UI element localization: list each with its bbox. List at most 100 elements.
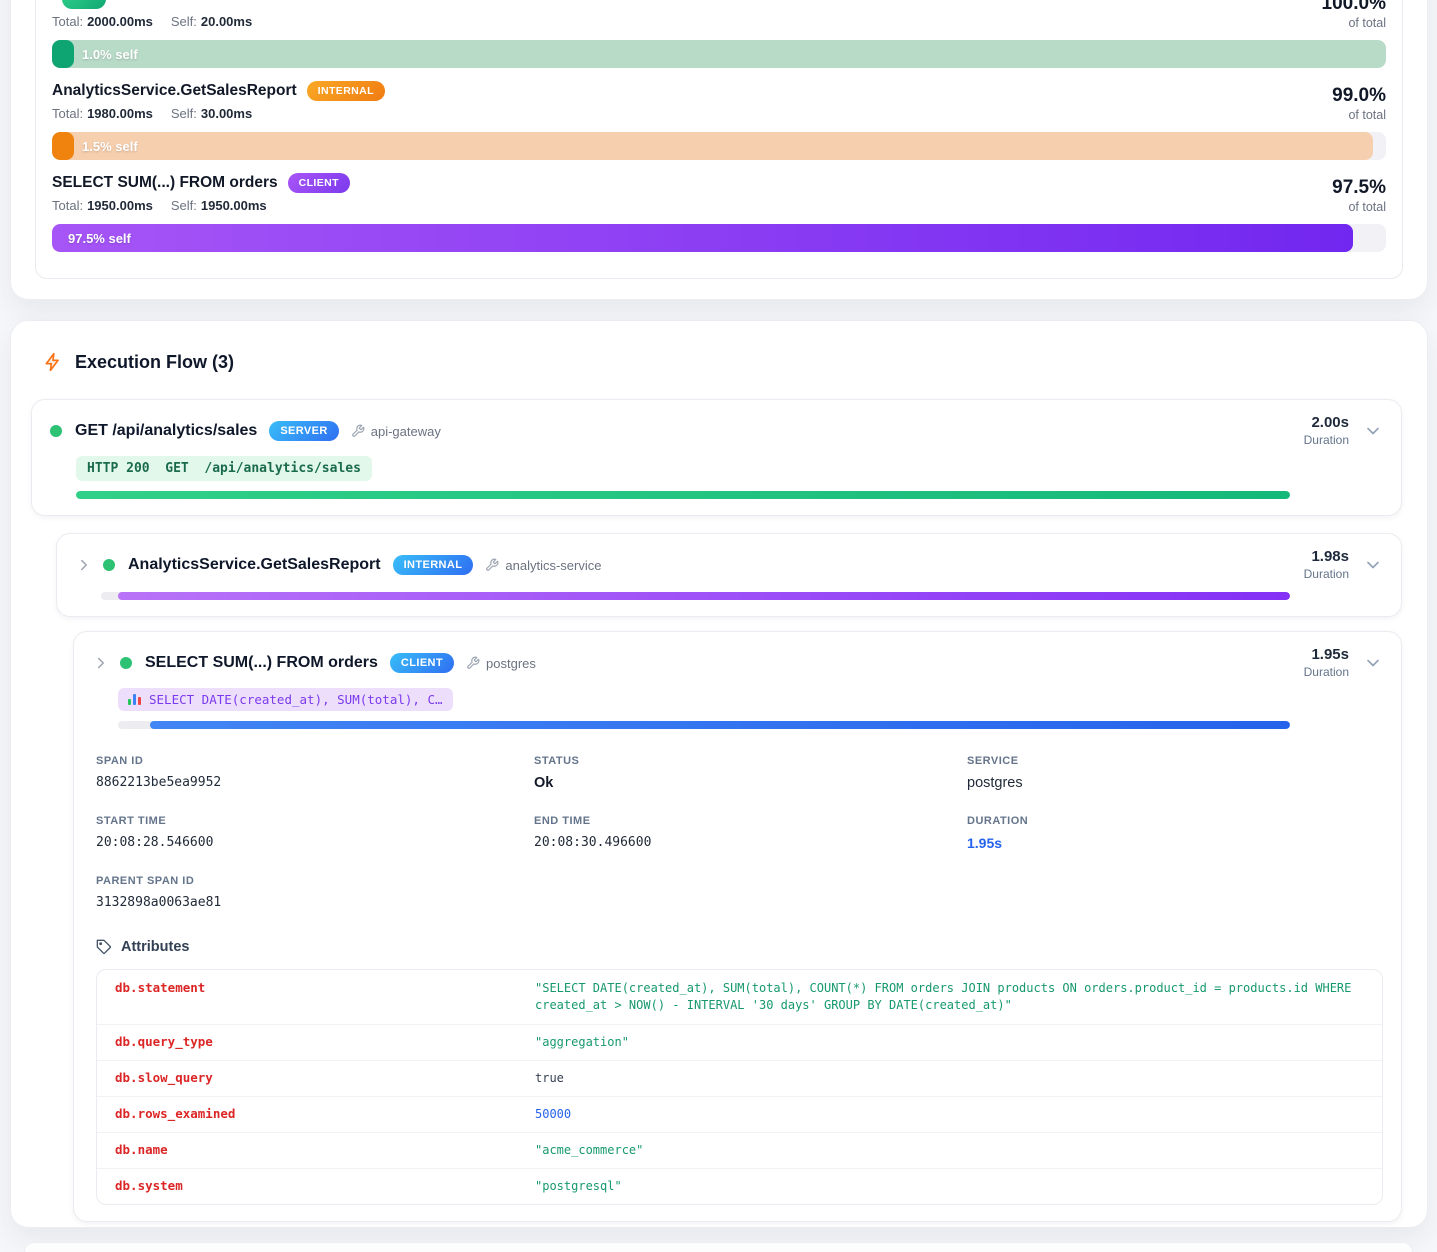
span-name: SELECT SUM(...) FROM orders [145,654,378,672]
hotspot-title: AnalyticsService.GetSalesReport [52,82,297,100]
span-row-header[interactable]: SELECT SUM(...) FROM orders CLIENT postg… [92,646,1383,680]
hotspot-row-root: Total:2000.00ms Self:20.00ms 100.0% of t… [52,0,1386,68]
hotspot-timings: Total:1950.00ms Self:1950.00ms [52,198,1386,214]
chevron-down-icon[interactable] [1363,421,1383,441]
duration-label: Duration [1304,432,1349,448]
duration-label: Duration [1304,566,1349,582]
status-ok-dot [50,425,62,437]
hotspot-bar-fill: 1.5% self [52,132,1373,160]
hotspot-bar-fill: 97.5% self [52,224,1353,252]
self-percent-label: 1.5% self [82,139,138,154]
chevron-down-icon[interactable] [1363,653,1383,673]
attribute-value: 50000 [535,1106,1358,1123]
duration-value: 2.00s [1304,414,1349,432]
sql-preview-text: SELECT DATE(created_at), SUM(total), C… [149,692,443,707]
hotspot-timings: Total:2000.00ms Self:20.00ms [52,14,1386,30]
self-segment [52,40,74,68]
span-timeline-track [76,491,1290,499]
duration-block: 2.00s Duration [1304,414,1349,448]
span-timeline-track [118,721,1290,729]
service-tag: analytics-service [485,558,601,573]
sql-preview-chip: SELECT DATE(created_at), SUM(total), C… [118,688,453,711]
attribute-value: "postgresql" [535,1178,1358,1195]
attribute-row: db.slow_query true [97,1061,1382,1097]
http-status-chip: HTTP 200 GET /api/analytics/sales [76,456,372,481]
self-percent-label: 1.0% self [82,47,138,62]
span-name: AnalyticsService.GetSalesReport [128,556,381,574]
total-time: 2000.00ms [87,14,153,29]
hotspot-row-internal: AnalyticsService.GetSalesReport INTERNAL… [52,80,1386,160]
self-segment [52,132,74,160]
section-title: Execution Flow (3) [75,352,234,373]
span-card-postgres: SELECT SUM(...) FROM orders CLIENT postg… [73,631,1402,1222]
status-ok-dot [120,657,132,669]
span-card-api-gateway: GET /api/analytics/sales SERVER api-gate… [31,399,1402,516]
span-timeline-track [101,592,1290,600]
field-end-time: END TIME 20:08:30.496600 [534,815,967,853]
span-card-analytics-service: AnalyticsService.GetSalesReport INTERNAL… [56,533,1402,617]
hotspots-card: Total:2000.00ms Self:20.00ms 100.0% of t… [10,0,1428,300]
chevron-right-icon[interactable] [75,556,93,574]
attribute-row: db.name "acme_commerce" [97,1133,1382,1169]
service-tag: postgres [466,656,536,671]
span-kind-badge: CLIENT [288,173,350,193]
attribute-key: db.query_type [115,1034,535,1049]
hotspots-panel: Total:2000.00ms Self:20.00ms 100.0% of t… [35,0,1403,279]
field-span-id: SPAN ID 8862213be5ea9952 [96,755,534,793]
duration-value: 1.95s [1304,646,1349,664]
attribute-value: "acme_commerce" [535,1142,1358,1159]
attribute-key: db.system [115,1178,535,1193]
attribute-key: db.statement [115,980,535,995]
tag-icon [96,939,112,955]
percent-of-total: 100.0% of total [1322,0,1386,31]
attribute-value: true [535,1070,1358,1087]
self-time: 30.00ms [201,106,252,121]
duration-label: Duration [1304,664,1349,680]
hotspot-row-client: SELECT SUM(...) FROM orders CLIENT Total… [52,172,1386,252]
span-details-grid: SPAN ID 8862213be5ea9952 STATUS Ok SERVI… [92,755,1383,913]
status-ok-dot [103,559,115,571]
field-status: STATUS Ok [534,755,967,793]
field-duration: DURATION 1.95s [967,815,1383,853]
span-kind-badge: INTERNAL [307,81,385,101]
span-kind-badge: CLIENT [390,653,454,673]
self-time: 20.00ms [201,14,252,29]
attributes-title: Attributes [121,939,189,955]
span-row-header[interactable]: AnalyticsService.GetSalesReport INTERNAL… [75,548,1383,582]
hotspot-bar-track: 97.5% self [52,224,1386,252]
percent-of-total: 97.5% of total [1332,177,1386,215]
attribute-row: db.rows_examined 50000 [97,1097,1382,1133]
wrench-icon [466,656,480,670]
attribute-value: "SELECT DATE(created_at), SUM(total), CO… [535,980,1358,1014]
percent-of-total: 99.0% of total [1332,85,1386,123]
execution-flow-card: Execution Flow (3) GET /api/analytics/sa… [10,320,1428,1228]
service-name: analytics-service [505,558,601,573]
service-name: postgres [486,656,536,671]
field-start-time: START TIME 20:08:28.546600 [96,815,534,853]
hotspot-timings: Total:1980.00ms Self:30.00ms [52,106,1386,122]
total-time: 1980.00ms [87,106,153,121]
bar-chart-icon [128,694,141,705]
hotspot-bar-fill: 1.0% self [52,40,1386,68]
span-row-header[interactable]: GET /api/analytics/sales SERVER api-gate… [50,414,1383,448]
attribute-value: "aggregation" [535,1034,1358,1051]
field-service: SERVICE postgres [967,755,1383,793]
service-tag: api-gateway [351,424,441,439]
hotspot-bar-track: 1.0% self [52,40,1386,68]
attribute-key: db.rows_examined [115,1106,535,1121]
wrench-icon [351,424,365,438]
next-section-card-edge [24,1242,1413,1252]
duration-value: 1.98s [1304,548,1349,566]
span-timeline-bar [76,491,1290,499]
field-parent-span-id: PARENT SPAN ID 3132898a0063ae81 [96,875,534,913]
total-time: 1950.00ms [87,198,153,213]
attribute-row: db.system "postgresql" [97,1169,1382,1204]
attributes-header: Attributes [96,939,1383,955]
chevron-down-icon[interactable] [1363,555,1383,575]
attribute-row: db.query_type "aggregation" [97,1025,1382,1061]
chevron-right-icon[interactable] [92,654,110,672]
span-timeline-bar [150,721,1290,729]
span-kind-badge [62,0,106,9]
span-name: GET /api/analytics/sales [75,422,257,440]
hotspot-bar-track: 1.5% self [52,132,1386,160]
